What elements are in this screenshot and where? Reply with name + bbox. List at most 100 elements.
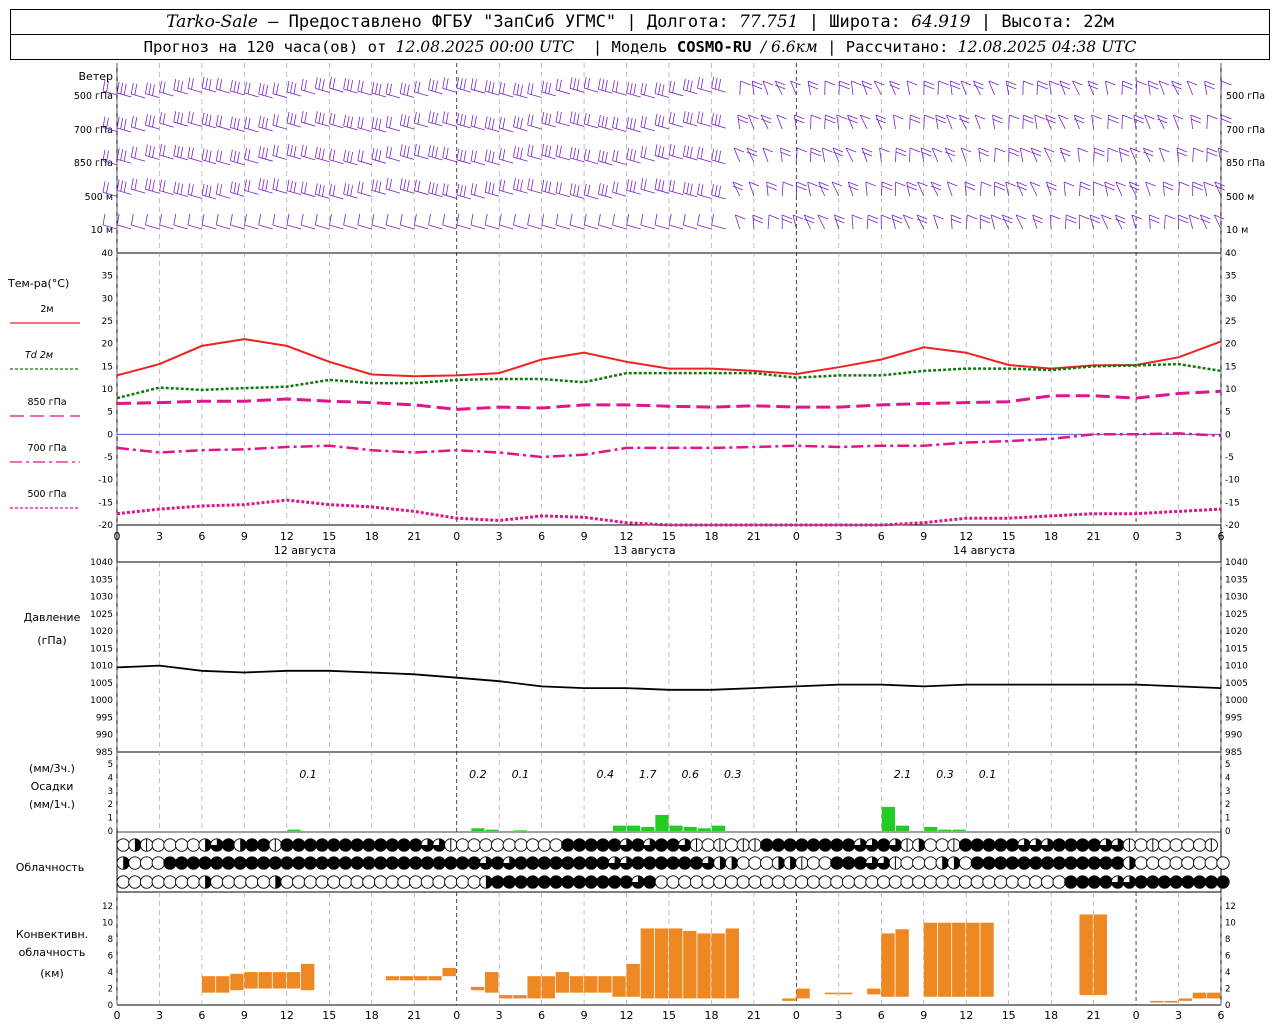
wind-barb — [1100, 214, 1112, 230]
temp-ytick: 40 — [102, 249, 114, 259]
conv-xtick: 3 — [1175, 1009, 1182, 1022]
cloud-cover-symbol — [455, 838, 470, 852]
temp-legend-label: 850 гПа — [27, 397, 66, 408]
cloud-cover-symbol — [420, 838, 435, 852]
cloud-cover-symbol — [490, 875, 505, 889]
cloud-cover-symbol — [1064, 838, 1078, 852]
wind-barb — [895, 181, 906, 197]
wind-barb — [286, 143, 302, 160]
temp-ylabel: Тем-ра(°C) — [7, 277, 69, 290]
wind-barb — [187, 183, 203, 199]
wind-barb — [668, 213, 684, 230]
temp-xtick: 0 — [453, 530, 460, 543]
wind-barb — [229, 149, 245, 166]
cloud-cover-symbol — [935, 838, 949, 852]
wind-barb — [314, 146, 330, 163]
wind-barb — [1005, 80, 1017, 96]
precip-total-label: 0.1 — [299, 768, 317, 781]
cloud-cover-symbol — [1099, 875, 1113, 889]
cloud-cover-symbol — [689, 838, 704, 852]
wind-barb — [1158, 80, 1170, 96]
cloud-cover-symbol — [994, 875, 1008, 889]
cloud-cover-symbol — [923, 838, 938, 852]
cloud-cover-symbol — [584, 856, 598, 870]
wind-barb — [244, 81, 259, 98]
cloud-cover-symbol — [526, 856, 540, 870]
wind-barb — [978, 147, 989, 163]
cloud-cover-symbol — [397, 856, 411, 870]
wind-barb — [1015, 214, 1027, 230]
cloud-cover-symbol — [432, 875, 446, 889]
wind-barb — [1087, 80, 1099, 96]
wind-barb — [371, 179, 387, 195]
wind-barb — [711, 213, 726, 230]
cloud-cover-symbol — [163, 838, 177, 852]
wind-barb — [428, 181, 443, 198]
cloud-cover-symbol — [888, 838, 903, 852]
cloud-cover-symbol — [245, 875, 259, 889]
pres-ytick-right: 1040 — [1225, 558, 1248, 568]
wind-barb — [399, 113, 415, 130]
wind-barb — [116, 148, 132, 164]
cloud-cover-symbol — [1064, 856, 1078, 870]
temp-legend-label: 700 гПа — [27, 443, 66, 454]
wind-barb — [229, 181, 245, 197]
wind-barb — [965, 214, 978, 230]
convective-bar — [640, 928, 655, 999]
convective-bar — [1178, 998, 1192, 1001]
wind-barb — [1206, 147, 1218, 163]
wind-barb — [1078, 214, 1090, 230]
cloud-cover-symbol — [877, 875, 891, 889]
prec-ylabel2: Осадки — [31, 780, 74, 793]
wind-barb — [329, 76, 344, 93]
wind-barb — [711, 77, 726, 93]
wind-barb — [1213, 214, 1225, 230]
wind-barb — [1036, 80, 1048, 96]
wind-barb — [541, 143, 556, 160]
cloud-cover-symbol — [1005, 838, 1020, 852]
wind-barb — [817, 214, 829, 230]
cloud-cover-symbol — [467, 875, 481, 889]
wind-barb — [159, 213, 174, 230]
conv-xtick: 15 — [1002, 1009, 1016, 1022]
wind-barb — [906, 181, 917, 197]
cloud-cover-symbol — [292, 838, 306, 852]
cloud-cover-symbol — [128, 856, 142, 870]
wind-barb — [300, 144, 316, 161]
wind-barb — [1145, 181, 1156, 197]
wind-barb — [329, 213, 344, 230]
wind-barb — [244, 116, 259, 133]
wind-barb — [1005, 181, 1016, 197]
wind-barb — [923, 114, 935, 130]
cloud-cover-symbol — [502, 875, 516, 889]
wind-barb — [774, 80, 786, 96]
conv-xtick: 0 — [793, 1009, 800, 1022]
wind-barb — [215, 149, 231, 166]
wind-barb — [583, 213, 599, 230]
wind-barb — [272, 178, 287, 194]
cloud-cover-symbol — [210, 856, 224, 870]
convective-bar — [201, 976, 216, 993]
conv-xtick: 21 — [747, 1009, 761, 1022]
cloud-cover-symbol — [830, 875, 844, 889]
cloud-cover-symbol — [643, 856, 657, 870]
cloud-cover-symbol — [514, 875, 528, 889]
cloud-cover-symbol — [1087, 838, 1101, 852]
cloud-cover-symbol — [198, 856, 212, 870]
wind-barb — [781, 214, 793, 230]
cloud-cover-symbol — [1017, 856, 1031, 870]
wind-barb — [498, 81, 514, 98]
prec-ytick-right: 1 — [1225, 814, 1230, 824]
conv-xtick: 3 — [156, 1009, 163, 1022]
cloud-cover-symbol — [853, 875, 867, 889]
cloud-cover-symbol — [1017, 875, 1031, 889]
cloud-cover-symbol — [1017, 838, 1031, 852]
cloud-cover-symbol — [724, 856, 739, 870]
wind-barb — [994, 181, 1005, 197]
wind-barb — [1121, 80, 1133, 96]
precip-bar — [627, 825, 641, 831]
wind-barb — [1163, 214, 1176, 230]
wind-level-label-right: 500 гПа — [1226, 91, 1265, 102]
wind-barb — [916, 214, 928, 230]
wind-barb — [1133, 114, 1144, 130]
